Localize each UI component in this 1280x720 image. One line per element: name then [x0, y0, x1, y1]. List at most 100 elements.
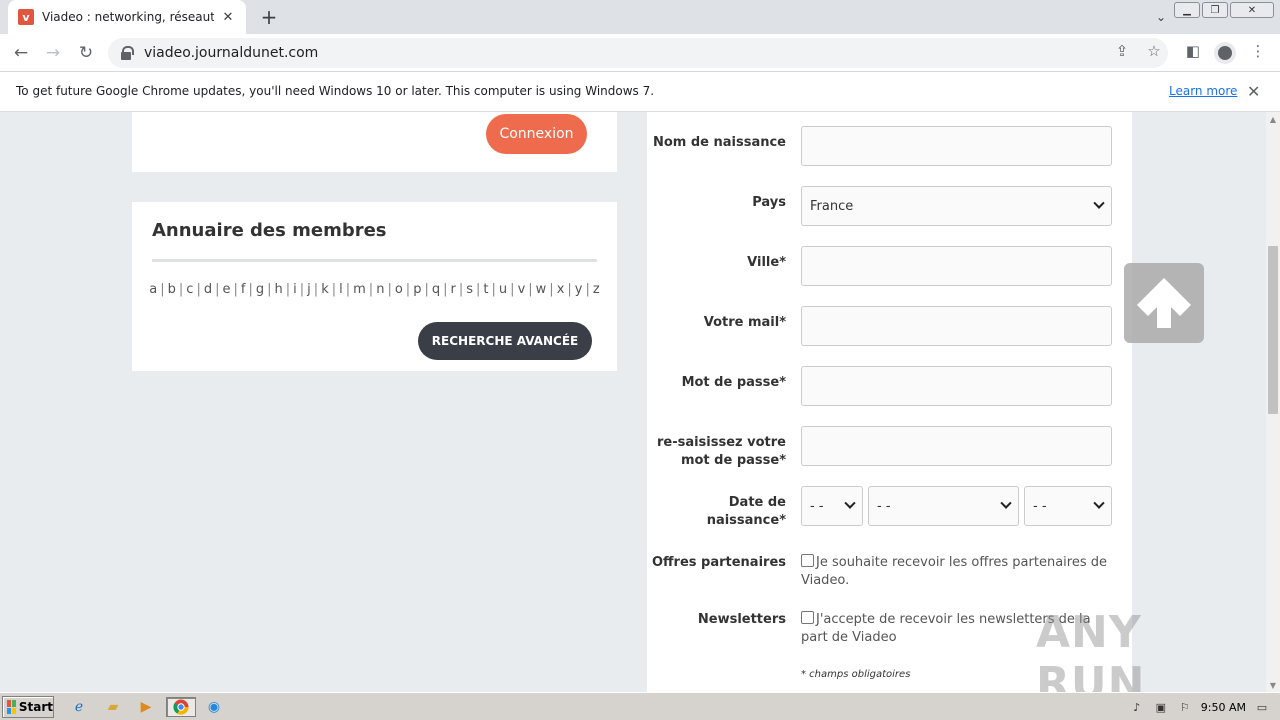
scroll-to-top-button[interactable]: [1124, 263, 1204, 343]
login-card: Connexion: [132, 112, 617, 172]
clock[interactable]: 9:50 AM: [1201, 701, 1246, 714]
email-input[interactable]: [801, 306, 1112, 346]
birth-day-value: - -: [810, 498, 824, 514]
alphabet-letter-link[interactable]: b: [167, 282, 177, 297]
alphabet-letter-link[interactable]: u: [498, 282, 508, 297]
alphabet-letter-link[interactable]: g: [255, 282, 265, 297]
alphabet-letter-link[interactable]: c: [185, 282, 194, 297]
password-input[interactable]: [801, 366, 1112, 406]
partners-checkbox[interactable]: [801, 554, 814, 567]
country-label: Pays: [752, 195, 786, 210]
birth-name-label: Nom de naissance: [652, 135, 786, 150]
chevron-down-icon: [1000, 497, 1012, 509]
alphabet-separator: |: [233, 282, 238, 297]
network-icon[interactable]: ▣: [1153, 700, 1169, 714]
alphabet-letter-link[interactable]: k: [320, 282, 330, 297]
forward-arrow-icon[interactable]: →: [41, 41, 65, 65]
alphabet-letter-link[interactable]: o: [394, 282, 404, 297]
alphabet-separator: |: [368, 282, 374, 297]
alphabet-separator: |: [387, 282, 392, 297]
action-center-flag-icon[interactable]: ⚐: [1177, 700, 1193, 714]
scrollbar-thumb[interactable]: [1268, 246, 1278, 414]
menu-kebab-icon[interactable]: ⋮: [1248, 41, 1268, 61]
alphabet-letter-link[interactable]: w: [535, 282, 548, 297]
alphabet-separator: |: [549, 282, 554, 297]
alphabet-letter-link[interactable]: f: [240, 282, 247, 297]
birthdate-label: Date de naissance*: [706, 495, 786, 528]
alphabet-letter-link[interactable]: d: [203, 282, 213, 297]
tab-close-icon[interactable]: ✕: [220, 9, 236, 25]
alphabet-letter-link[interactable]: m: [352, 282, 367, 297]
lock-icon: [120, 46, 134, 60]
advanced-search-button[interactable]: RECHERCHE AVANCÉE: [418, 322, 592, 360]
back-arrow-icon[interactable]: ←: [9, 41, 33, 65]
birth-year-value: - -: [1033, 498, 1047, 514]
vertical-scrollbar[interactable]: ▲ ▼: [1266, 112, 1280, 692]
windows-flag-icon: [7, 700, 16, 714]
start-label: Start: [18, 700, 53, 714]
browser-tab[interactable]: v Viadeo : networking, réseautage pro ✕: [8, 0, 246, 34]
infobar-close-icon[interactable]: ✕: [1247, 82, 1260, 101]
alphabet-separator: |: [443, 282, 448, 297]
tab-search-chevron-icon[interactable]: ⌄: [1150, 6, 1172, 28]
chrome-taskbar-icon[interactable]: [166, 697, 196, 717]
alphabet-letter-link[interactable]: h: [274, 282, 284, 297]
show-desktop-icon[interactable]: ▭: [1254, 700, 1270, 714]
alphabet-separator: |: [331, 282, 337, 297]
profile-avatar-icon[interactable]: [1214, 42, 1236, 64]
alphabet-letter-link[interactable]: z: [592, 282, 601, 297]
alphabet-separator: |: [424, 282, 429, 297]
internet-explorer-icon[interactable]: ℯ: [68, 697, 90, 717]
newsletters-checkbox[interactable]: [801, 611, 814, 624]
alphabet-separator: |: [491, 282, 496, 297]
edge-icon[interactable]: ◉: [203, 697, 225, 717]
alphabet-letter-link[interactable]: x: [556, 282, 566, 297]
alphabet-separator: |: [458, 282, 464, 297]
password-confirm-input[interactable]: [801, 426, 1112, 466]
alphabet-letter-link[interactable]: a: [148, 282, 158, 297]
alphabet-letter-link[interactable]: t: [482, 282, 489, 297]
birth-year-select[interactable]: - -: [1024, 486, 1112, 526]
birth-month-select[interactable]: - -: [868, 486, 1019, 526]
alphabet-letter-link[interactable]: n: [375, 282, 385, 297]
connexion-button[interactable]: Connexion: [486, 114, 587, 154]
window-close-button[interactable]: ✕: [1230, 2, 1274, 18]
alphabet-letter-link[interactable]: v: [517, 282, 527, 297]
alphabet-letter-link[interactable]: s: [465, 282, 474, 297]
update-infobar: To get future Google Chrome updates, you…: [0, 72, 1280, 112]
alphabet-separator: |: [178, 282, 184, 297]
alphabet-separator: |: [585, 282, 590, 297]
scroll-down-arrow-icon[interactable]: ▼: [1266, 678, 1280, 692]
country-select[interactable]: France: [801, 186, 1112, 226]
birth-day-select[interactable]: - -: [801, 486, 863, 526]
alphabet-separator: |: [299, 282, 305, 297]
chrome-icon: [173, 699, 189, 715]
alphabet-separator: |: [313, 282, 319, 297]
reload-icon[interactable]: ↻: [74, 41, 98, 65]
share-icon[interactable]: ⇪: [1112, 41, 1132, 61]
new-tab-button[interactable]: +: [258, 5, 280, 29]
alphabet-letter-link[interactable]: p: [412, 282, 422, 297]
alphabet-letter-link[interactable]: r: [450, 282, 457, 297]
side-panel-icon[interactable]: ◧: [1183, 41, 1203, 61]
birth-name-input[interactable]: [801, 126, 1112, 166]
alphabet-letter-link[interactable]: e: [222, 282, 232, 297]
alphabet-letter-link[interactable]: y: [574, 282, 584, 297]
chevron-down-icon: [844, 497, 856, 509]
learn-more-link[interactable]: Learn more: [1169, 84, 1237, 98]
address-bar[interactable]: viadeo.journaldunet.com: [108, 38, 1168, 68]
directory-divider: [152, 259, 597, 262]
start-button[interactable]: Start: [2, 696, 54, 718]
alphabet-index: a | b | c | d | e | f | g | h | i | j | k | l | m | n | o | p | q | r | s | t |…: [132, 282, 617, 297]
city-input[interactable]: [801, 246, 1112, 286]
required-fields-note: * champs obligatoires: [801, 669, 911, 680]
volume-icon[interactable]: ♪: [1129, 700, 1145, 714]
restore-button[interactable]: ❐: [1202, 2, 1228, 18]
arrow-up-icon: [1137, 278, 1191, 328]
minimize-button[interactable]: ▁: [1174, 2, 1200, 18]
alphabet-letter-link[interactable]: q: [431, 282, 441, 297]
bookmark-star-icon[interactable]: ☆: [1144, 41, 1164, 61]
media-player-icon[interactable]: ▶: [135, 697, 157, 717]
scroll-up-arrow-icon[interactable]: ▲: [1266, 112, 1280, 126]
file-explorer-icon[interactable]: ▰: [102, 697, 124, 717]
